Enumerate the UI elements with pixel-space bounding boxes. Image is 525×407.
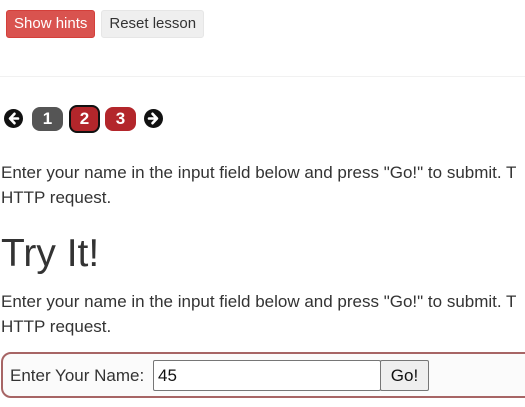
page-link-1[interactable]: 1 <box>32 107 63 131</box>
lesson-page: Show hints Reset lesson 1 2 3 Enter your… <box>0 0 525 407</box>
reset-lesson-button[interactable]: Reset lesson <box>101 10 205 38</box>
next-page-icon[interactable] <box>144 109 163 128</box>
previous-page-icon[interactable] <box>4 109 23 128</box>
intro-line-1: Enter your name in the input field below… <box>1 163 517 182</box>
lesson-intro-text: Enter your name in the input field below… <box>1 160 525 210</box>
intro-line-2: HTTP request. <box>1 188 112 207</box>
try-it-instructions: Enter your name in the input field below… <box>1 289 525 339</box>
name-input[interactable] <box>153 360 381 391</box>
try-it-heading: Try It! <box>1 232 100 275</box>
lesson-toolbar: Show hints Reset lesson <box>6 10 205 38</box>
instructions-line-2: HTTP request. <box>1 317 112 336</box>
toolbar-divider <box>0 76 525 77</box>
page-link-3[interactable]: 3 <box>105 107 136 131</box>
instructions-line-1: Enter your name in the input field below… <box>1 292 517 311</box>
name-form: Enter Your Name: Go! <box>1 352 525 398</box>
show-hints-button[interactable]: Show hints <box>6 10 96 38</box>
name-field-label: Enter Your Name: <box>10 366 145 385</box>
page-link-2-current[interactable]: 2 <box>69 105 100 133</box>
go-submit-button[interactable]: Go! <box>380 360 429 391</box>
